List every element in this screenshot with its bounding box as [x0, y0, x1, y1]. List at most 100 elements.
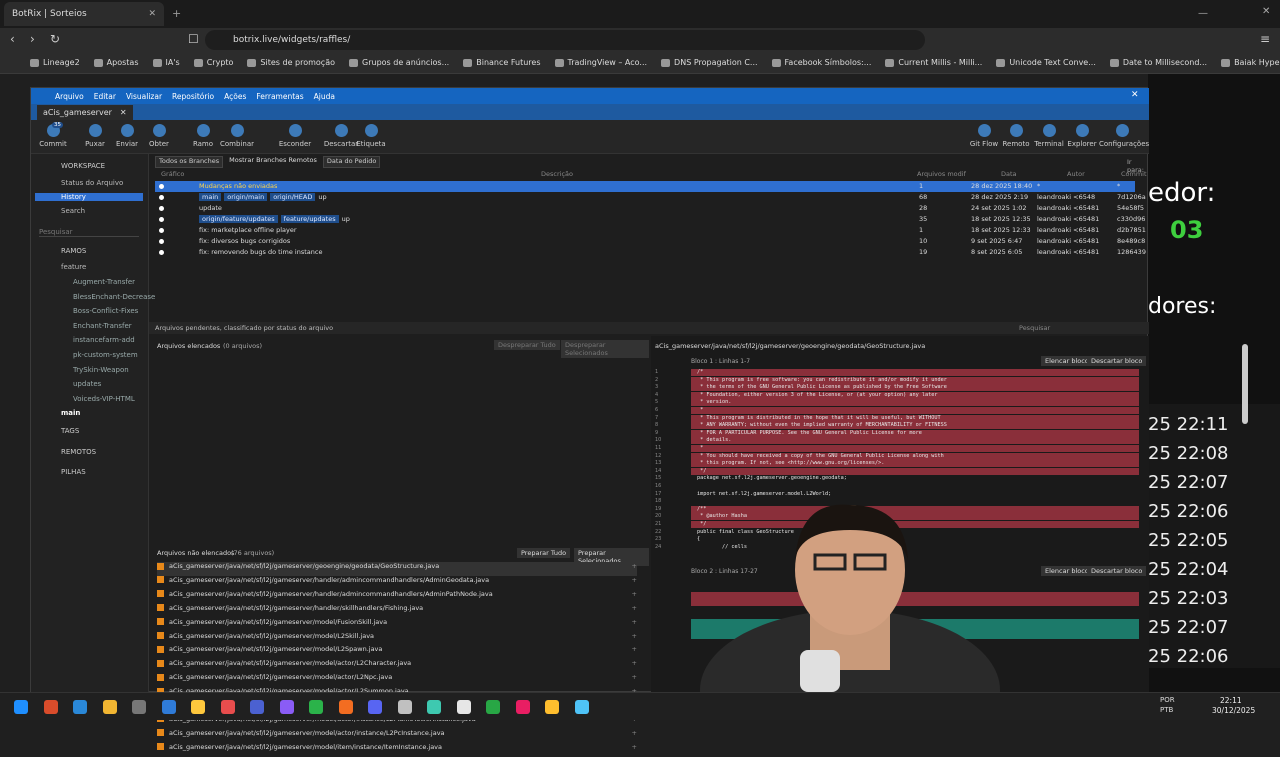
bookmark-item[interactable]: IA's — [152, 58, 180, 67]
menu-item[interactable]: Repositório — [172, 92, 214, 101]
bookmark-item[interactable]: TradingView – Aco... — [554, 58, 647, 67]
branch-item[interactable]: updates — [73, 380, 101, 388]
taskbar-app-icon[interactable] — [102, 700, 117, 714]
commit-row[interactable]: update 28 24 set 2025 1:02 leandroaki <6548… — [155, 203, 1144, 214]
menu-item[interactable]: Arquivo — [55, 92, 84, 101]
unstage-all-button[interactable]: Despreparar Tudo — [494, 340, 560, 350]
commit-row[interactable]: fix: marketplace offline player 1 18 set 2… — [155, 225, 1146, 236]
file-row[interactable]: aCis_gameserver/java/net/sf/l2j/gameserv… — [157, 590, 637, 604]
branch-main[interactable]: main — [61, 409, 80, 417]
bookmark-item[interactable]: Current Millis - Milli... — [885, 58, 982, 67]
taskbar-app-icon[interactable] — [397, 700, 412, 714]
window-close-icon[interactable]: ✕ — [1262, 6, 1270, 17]
branch-tag[interactable]: origin/feature/updates — [199, 215, 278, 223]
reload-icon[interactable]: ↻ — [50, 32, 60, 46]
clock-time[interactable]: 22:11 — [1220, 696, 1242, 705]
close-icon[interactable]: ✕ — [120, 108, 127, 117]
branch-tag[interactable]: feature/updates — [280, 215, 339, 223]
column-header[interactable]: Arquivos modif — [917, 170, 966, 178]
branch-tag[interactable]: origin/main — [224, 193, 268, 201]
commit-row[interactable]: origin/feature/updates feature/updates up 3… — [155, 214, 1145, 225]
discard-hunk-button[interactable]: Descartar bloco — [1087, 356, 1147, 366]
bookmark-item[interactable]: Facebook Símbolos:... — [771, 58, 871, 67]
branch-item[interactable]: Enchant-Transfer — [73, 322, 132, 330]
branch-item[interactable]: Boss-Conflict-Fixes — [73, 307, 138, 315]
minimize-icon[interactable]: — — [1198, 8, 1208, 19]
taskbar-app-icon[interactable] — [132, 700, 146, 714]
remote-toggle[interactable]: Mostrar Branches Remotos — [229, 156, 317, 168]
file-row[interactable]: aCis_gameserver/java/net/sf/l2j/gameserv… — [157, 645, 637, 659]
stage-file-icon[interactable]: + — [632, 645, 637, 653]
feature-folder[interactable]: feature — [61, 263, 86, 271]
branch-item[interactable]: instancefarm-add — [73, 336, 135, 344]
branch-item[interactable]: Augment-Transfer — [73, 278, 135, 286]
stage-file-icon[interactable]: + — [632, 659, 637, 667]
bookmark-item[interactable]: Crypto — [193, 58, 233, 67]
toolbar-obter-button[interactable]: Obter — [139, 124, 179, 148]
sidebar-item[interactable]: Search — [61, 207, 85, 215]
bookmark-icon[interactable]: ☐ — [188, 32, 199, 46]
branch-tag[interactable]: main — [199, 193, 222, 201]
bookmark-item[interactable]: Apostas — [93, 58, 139, 67]
stage-file-icon[interactable]: + — [632, 673, 637, 681]
file-row[interactable]: aCis_gameserver/java/net/sf/l2j/gameserv… — [157, 632, 637, 646]
scrollbar[interactable] — [1242, 344, 1248, 424]
branch-item[interactable]: BlessEnchant-Decrease — [73, 293, 155, 301]
app-close-icon[interactable]: ✕ — [1131, 90, 1139, 100]
taskbar-app-icon[interactable] — [515, 700, 530, 714]
sidebar-item[interactable]: History — [35, 193, 143, 201]
bookmark-item[interactable]: DNS Propagation C... — [661, 58, 758, 67]
toolbar-etiqueta-button[interactable]: Etiqueta — [351, 124, 391, 148]
branch-filter[interactable]: Todos os Branches — [155, 156, 224, 168]
taskbar-app-icon[interactable] — [574, 700, 589, 714]
taskbar-app-icon[interactable] — [545, 700, 559, 714]
bookmark-item[interactable]: Grupos de anúncios... — [349, 58, 449, 67]
branches-heading[interactable]: RAMOS — [61, 247, 86, 255]
commit-row[interactable]: fix: removendo bugs do time instance 19 8 … — [155, 247, 1146, 258]
stage-file-icon[interactable]: + — [632, 632, 637, 640]
stage-file-icon[interactable]: + — [632, 743, 637, 751]
taskbar-app-icon[interactable] — [191, 700, 205, 714]
bookmark-item[interactable]: Binance Futures — [463, 58, 541, 67]
stage-all-button[interactable]: Preparar Tudo — [517, 548, 571, 558]
taskbar-app-icon[interactable] — [14, 700, 28, 714]
stage-file-icon[interactable]: + — [632, 562, 637, 570]
taskbar-app-icon[interactable] — [427, 700, 441, 714]
workspace-heading[interactable]: WORKSPACE — [61, 162, 105, 170]
column-header[interactable]: Autor — [1067, 170, 1085, 178]
file-row[interactable]: aCis_gameserver/java/net/sf/l2j/gameserv… — [157, 743, 637, 757]
stage-file-icon[interactable]: + — [632, 590, 637, 598]
branch-item[interactable]: TrySkin-Weapon — [73, 366, 129, 374]
back-icon[interactable]: ‹ — [10, 32, 15, 46]
keyboard-layout[interactable]: PTB — [1160, 706, 1173, 714]
taskbar-app-icon[interactable] — [338, 700, 353, 714]
commit-row[interactable]: fix: diversos bugs corrigidos 10 9 set 202… — [155, 236, 1145, 247]
browser-tab[interactable]: BotRix | Sorteios ✕ — [4, 2, 164, 26]
menu-item[interactable]: Visualizar — [126, 92, 162, 101]
menu-item[interactable]: Editar — [94, 92, 116, 101]
stage-hunk-2-button[interactable]: Elencar bloco — [1041, 566, 1093, 576]
unstage-selected-button[interactable]: Despreparar Selecionados — [561, 340, 649, 358]
file-row[interactable]: aCis_gameserver/java/net/sf/l2j/gameserv… — [157, 729, 637, 743]
bookmark-item[interactable]: Baiak Hyper [8.60] –... — [1221, 58, 1280, 67]
pending-sort[interactable]: Arquivos pendentes, classificado por sta… — [155, 324, 333, 332]
taskbar-app-icon[interactable] — [73, 700, 87, 714]
close-icon[interactable]: ✕ — [148, 9, 156, 19]
language-indicator[interactable]: POR — [1160, 696, 1175, 704]
taskbar-app-icon[interactable] — [486, 700, 500, 714]
file-row[interactable]: aCis_gameserver/java/net/sf/l2j/gameserv… — [157, 618, 637, 632]
toolbar-combinar-button[interactable]: Combinar — [217, 124, 257, 148]
bookmark-item[interactable]: Unicode Text Conve... — [996, 58, 1096, 67]
sidebar-item[interactable]: Status do Arquivo — [61, 179, 123, 187]
column-header[interactable]: Data — [1001, 170, 1017, 178]
new-tab-icon[interactable]: + — [172, 7, 181, 20]
sidebar-search[interactable]: Pesquisar — [39, 228, 139, 237]
stage-hunk-button[interactable]: Elencar bloco — [1041, 356, 1093, 366]
menu-item[interactable]: Ajuda — [314, 92, 335, 101]
stage-file-icon[interactable]: + — [632, 618, 637, 626]
taskbar-app-icon[interactable] — [279, 700, 294, 714]
column-header[interactable]: Descrição — [541, 170, 573, 178]
bookmark-item[interactable]: Date to Millisecond... — [1109, 58, 1207, 67]
taskbar-app-icon[interactable] — [250, 700, 264, 714]
taskbar-app-icon[interactable] — [368, 700, 382, 714]
